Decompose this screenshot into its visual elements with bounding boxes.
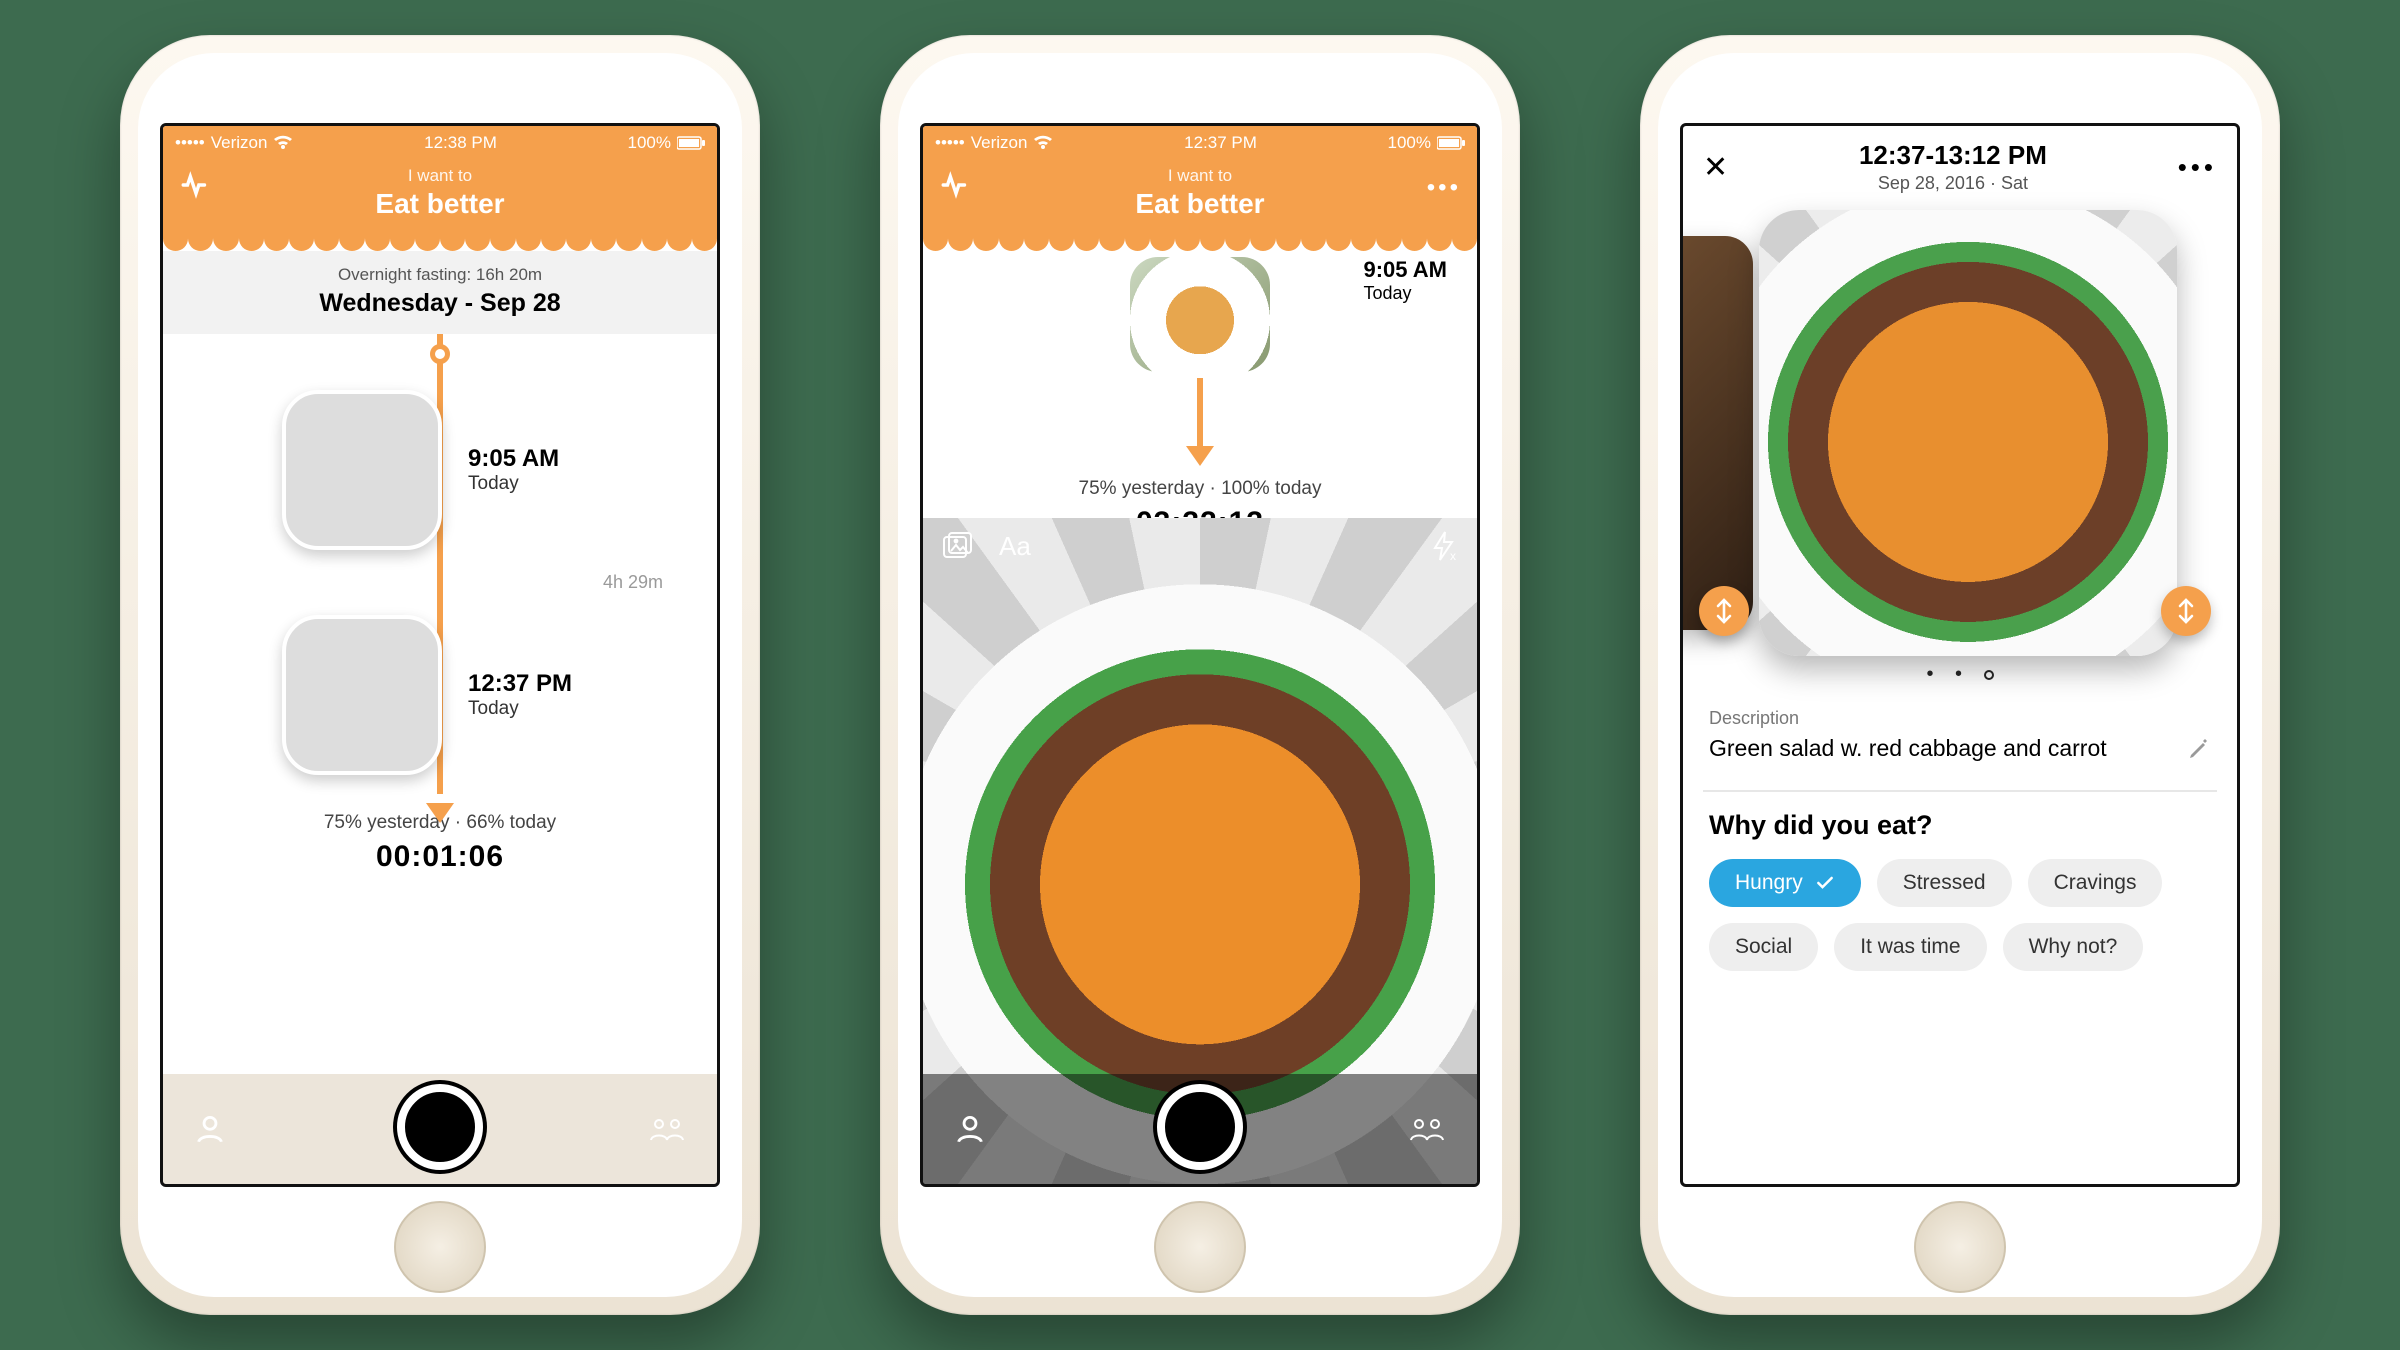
divider	[1703, 790, 2217, 792]
why-section: Why did you eat? Hungry Stressed Craving…	[1683, 810, 2237, 971]
fasting-label: Overnight fasting: 16h 20m	[163, 265, 717, 285]
app-header: I want to Eat better	[163, 160, 717, 238]
status-time: 12:38 PM	[424, 133, 497, 153]
profile-icon[interactable]	[193, 1112, 227, 1146]
meal-time: 9:05 AM	[1363, 257, 1447, 283]
previous-meal-peek[interactable]: 9:05 AM Today	[923, 251, 1477, 448]
description-label: Description	[1709, 708, 2211, 729]
detail-subtitle: Sep 28, 2016 · Sat	[1859, 173, 2047, 194]
bottom-toolbar	[923, 1074, 1477, 1184]
photo-gallery[interactable]: • •	[1683, 210, 2237, 690]
reason-chip-it-was-time[interactable]: It was time	[1834, 923, 1986, 971]
reason-chip-cravings[interactable]: Cravings	[2028, 859, 2163, 907]
header-title: Eat better	[923, 188, 1477, 220]
detail-header: ✕ 12:37-13:12 PM Sep 28, 2016 · Sat •••	[1683, 126, 2237, 204]
timeline-arrow	[426, 803, 454, 823]
phone-1: ••••• Verizon 12:38 PM 100%	[120, 35, 760, 1315]
gallery-main-photo[interactable]	[1759, 210, 2177, 656]
edit-icon[interactable]	[2187, 737, 2211, 761]
screen-timeline: ••••• Verizon 12:38 PM 100%	[160, 123, 720, 1187]
phone-3: ✕ 12:37-13:12 PM Sep 28, 2016 · Sat ••• …	[1640, 35, 2280, 1315]
status-bar: ••••• Verizon 12:37 PM 100%	[923, 126, 1477, 160]
countdown-timer: 00:01:06	[163, 840, 717, 874]
header-scallop	[163, 237, 717, 251]
text-tool[interactable]: Aa	[999, 531, 1031, 562]
home-button[interactable]	[1154, 1201, 1246, 1293]
battery-percent: 100%	[1388, 133, 1431, 153]
description-text: Green salad w. red cabbage and carrot	[1709, 735, 2107, 762]
community-icon[interactable]	[647, 1114, 687, 1144]
day-summary: Overnight fasting: 16h 20m Wednesday - S…	[163, 251, 717, 334]
detail-title: 12:37-13:12 PM	[1859, 140, 2047, 171]
why-heading: Why did you eat?	[1709, 810, 2211, 841]
battery-icon	[1437, 136, 1465, 150]
description-section: Description Green salad w. red cabbage a…	[1683, 690, 2237, 772]
reason-chips: Hungry Stressed Cravings Social It was t…	[1709, 859, 2211, 971]
reason-chip-hungry[interactable]: Hungry	[1709, 859, 1861, 907]
header-eyebrow: I want to	[923, 166, 1477, 186]
status-time: 12:37 PM	[1184, 133, 1257, 153]
carrier-label: Verizon	[211, 133, 268, 153]
gallery-icon[interactable]	[943, 532, 973, 560]
reason-chip-social[interactable]: Social	[1709, 923, 1818, 971]
expand-handle-left[interactable]	[1699, 586, 1749, 636]
meal-thumbnail[interactable]	[282, 615, 442, 775]
carrier-label: Verizon	[971, 133, 1028, 153]
battery-percent: 100%	[628, 133, 671, 153]
viewfinder-tools: Aa x	[923, 530, 1477, 562]
screen-meal-detail: ✕ 12:37-13:12 PM Sep 28, 2016 · Sat ••• …	[1680, 123, 2240, 1187]
stats-text: 75% yesterday · 100% today	[923, 478, 1477, 500]
signal-dots: •••••	[935, 133, 965, 153]
wifi-icon	[1033, 135, 1053, 151]
app-header: ••• I want to Eat better	[923, 160, 1477, 238]
timeline-arrow	[1197, 378, 1203, 448]
signal-dots: •••••	[175, 133, 205, 153]
meal-entry[interactable]: 12:37 PM Today	[163, 615, 717, 775]
close-icon[interactable]: ✕	[1703, 150, 1728, 185]
header-eyebrow: I want to	[163, 166, 717, 186]
meal-day: Today	[468, 698, 598, 720]
header-scallop	[923, 237, 1477, 251]
meal-thumbnail[interactable]	[282, 390, 442, 550]
camera-viewfinder[interactable]: Aa x	[923, 518, 1477, 1184]
more-icon[interactable]: •••	[2178, 152, 2217, 183]
battery-icon	[677, 136, 705, 150]
meal-time: 12:37 PM	[468, 670, 598, 698]
reason-chip-why-not[interactable]: Why not?	[2003, 923, 2144, 971]
flash-off-icon[interactable]: x	[1431, 530, 1457, 562]
gallery-pager: • •	[1683, 663, 2237, 686]
status-bar: ••••• Verizon 12:38 PM 100%	[163, 126, 717, 160]
bottom-toolbar	[163, 1074, 717, 1184]
gallery-prev-peek[interactable]	[1680, 236, 1753, 630]
shutter-button[interactable]	[397, 1084, 483, 1170]
community-icon[interactable]	[1407, 1114, 1447, 1144]
expand-handle-right[interactable]	[2161, 586, 2211, 636]
meal-entry[interactable]: 9:05 AM Today	[163, 390, 717, 550]
meal-timeline[interactable]: 9:05 AM Today 4h 29m 12:37 PM Today	[163, 334, 717, 794]
header-title: Eat better	[163, 188, 717, 220]
check-icon	[1815, 873, 1835, 893]
meal-day: Today	[1363, 283, 1447, 304]
meal-time: 9:05 AM	[468, 445, 598, 473]
reason-chip-stressed[interactable]: Stressed	[1877, 859, 2012, 907]
date-heading: Wednesday - Sep 28	[163, 289, 717, 318]
home-button[interactable]	[1914, 1201, 2006, 1293]
screen-capture: ••••• Verizon 12:37 PM 100% ••• I want t…	[920, 123, 1480, 1187]
home-button[interactable]	[394, 1201, 486, 1293]
wifi-icon	[273, 135, 293, 151]
shutter-button[interactable]	[1157, 1084, 1243, 1170]
reason-label: Hungry	[1735, 871, 1803, 895]
meal-day: Today	[468, 473, 598, 495]
timeline-start-dot	[430, 344, 450, 364]
phone-2: ••••• Verizon 12:37 PM 100% ••• I want t…	[880, 35, 1520, 1315]
profile-icon[interactable]	[953, 1112, 987, 1146]
svg-text:x: x	[1450, 549, 1456, 562]
meal-thumbnail[interactable]	[1130, 257, 1270, 372]
